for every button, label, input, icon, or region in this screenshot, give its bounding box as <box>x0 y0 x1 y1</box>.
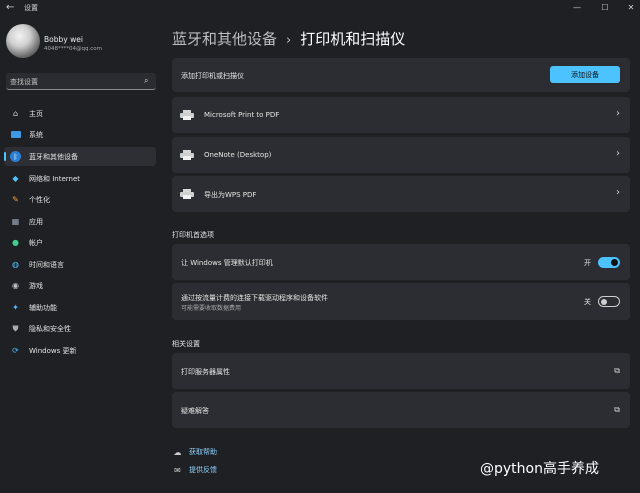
external-link-icon: ⧉ <box>614 366 620 375</box>
close-icon[interactable]: ✕ <box>618 0 640 14</box>
sidebar-item-home[interactable]: ⌂ 主页 <box>4 104 156 123</box>
manage-default-printer-toggle[interactable] <box>598 257 620 268</box>
chevron-right-icon: › <box>616 108 620 119</box>
sidebar-item-label: 系统 <box>29 131 43 139</box>
add-printer-label: 添加打印机或扫描仪 <box>181 72 244 80</box>
feedback-label: 提供反馈 <box>189 466 217 474</box>
section-title-preferences: 打印机首选项 <box>172 231 214 239</box>
feedback-icon: ✉ <box>174 465 181 475</box>
page-title: 打印机和扫描仪 <box>300 30 406 48</box>
metered-download-toggle[interactable] <box>598 296 620 307</box>
app-title: 设置 <box>24 4 38 12</box>
printer-item[interactable]: OneNote (Desktop) › <box>172 137 630 173</box>
setting-manage-default-printer: 让 Windows 管理默认打印机 开 <box>172 244 630 280</box>
globe-clock-icon: ◍ <box>12 260 19 269</box>
maximize-icon[interactable]: ☐ <box>592 0 618 14</box>
section-title-related: 相关设置 <box>172 340 200 348</box>
external-link-icon: ⧉ <box>614 405 620 414</box>
sidebar-item-system[interactable]: 系统 <box>4 125 156 144</box>
printer-icon <box>180 110 194 120</box>
toggle-state-label: 开 <box>584 259 591 267</box>
related-item-label: 打印服务器属性 <box>181 368 230 376</box>
get-help-label: 获取帮助 <box>189 448 217 456</box>
sidebar-item-label: 应用 <box>29 218 43 226</box>
breadcrumb: 蓝牙和其他设备 › 打印机和扫描仪 <box>172 28 405 49</box>
sidebar-item-time-language[interactable]: ◍ 时间和语言 <box>4 255 156 274</box>
search-box[interactable]: ⌕ <box>6 73 156 90</box>
sidebar-item-privacy[interactable]: ⛊ 隐私和安全性 <box>4 319 156 338</box>
setting-label: 让 Windows 管理默认打印机 <box>181 259 273 267</box>
sidebar-item-accounts[interactable]: ● 帐户 <box>4 233 156 252</box>
printer-name: Microsoft Print to PDF <box>204 111 280 119</box>
title-bar: ← 设置 — ☐ ✕ <box>0 0 640 16</box>
sidebar-item-network[interactable]: ◆ 网络和 Internet <box>4 169 156 188</box>
setting-metered-download: 通过按流量计费的连接下载驱动程序和设备软件 可能需要收取数据费用 关 <box>172 283 630 320</box>
home-icon: ⌂ <box>12 109 19 118</box>
printer-item[interactable]: 导出为WPS PDF › <box>172 176 630 212</box>
minimize-icon[interactable]: — <box>564 0 590 14</box>
sidebar-item-bluetooth[interactable]: ᛒ 蓝牙和其他设备 <box>4 147 156 166</box>
sidebar-item-gaming[interactable]: ◉ 游戏 <box>4 276 156 295</box>
printer-icon <box>180 189 194 199</box>
user-profile[interactable]: Bobby wei 4048****04@qq.com <box>6 24 156 64</box>
setting-sublabel: 可能需要收取数据费用 <box>181 305 242 312</box>
related-item-print-server[interactable]: 打印服务器属性 ⧉ <box>172 353 630 389</box>
related-item-troubleshoot[interactable]: 疑难解答 ⧉ <box>172 392 630 428</box>
toggle-state-label: 关 <box>584 298 591 306</box>
get-help-link[interactable]: ☁ 获取帮助 <box>172 446 218 458</box>
watermark: @python高手养成 <box>480 461 599 477</box>
help-chat-icon: ☁ <box>173 447 182 457</box>
user-email: 4048****04@qq.com <box>44 46 102 52</box>
sidebar-item-label: 隐私和安全性 <box>29 325 71 333</box>
sidebar-item-label: 游戏 <box>29 282 43 290</box>
shield-icon: ⛊ <box>12 323 19 333</box>
printer-icon <box>180 150 194 160</box>
related-item-label: 疑难解答 <box>181 407 209 415</box>
search-input[interactable] <box>10 76 136 87</box>
add-device-button[interactable]: 添加设备 <box>550 66 620 83</box>
sidebar-item-label: 个性化 <box>29 196 50 204</box>
sidebar-item-label: 时间和语言 <box>29 261 64 269</box>
sidebar-item-personalization[interactable]: ✎ 个性化 <box>4 190 156 209</box>
wifi-icon: ◆ <box>12 174 19 183</box>
printer-name: OneNote (Desktop) <box>204 151 272 159</box>
sidebar-item-windows-update[interactable]: ⟳ Windows 更新 <box>4 341 156 360</box>
printer-name: 导出为WPS PDF <box>204 191 257 199</box>
add-printer-card: 添加打印机或扫描仪 添加设备 <box>172 58 630 92</box>
breadcrumb-parent[interactable]: 蓝牙和其他设备 <box>172 30 277 48</box>
sidebar-item-label: 主页 <box>29 110 43 118</box>
chevron-right-icon: › <box>616 148 620 159</box>
breadcrumb-separator: › <box>286 33 292 48</box>
sidebar-item-label: Windows 更新 <box>29 347 77 355</box>
printer-item[interactable]: Microsoft Print to PDF › <box>172 97 630 133</box>
setting-label: 通过按流量计费的连接下载驱动程序和设备软件 <box>181 294 328 302</box>
bluetooth-icon: ᛒ <box>10 151 21 162</box>
feedback-link[interactable]: ✉ 提供反馈 <box>172 464 217 476</box>
sidebar-item-accessibility[interactable]: ✦ 辅助功能 <box>4 298 156 317</box>
user-name: Bobby wei <box>44 35 83 44</box>
sidebar-item-apps[interactable]: ▦ 应用 <box>4 212 156 231</box>
avatar <box>6 24 40 58</box>
accessibility-icon: ✦ <box>12 303 19 312</box>
chevron-right-icon: › <box>616 187 620 198</box>
sidebar-item-label: 蓝牙和其他设备 <box>29 153 78 161</box>
account-icon: ● <box>12 238 19 247</box>
system-icon <box>10 129 21 140</box>
gamepad-icon: ◉ <box>12 281 19 290</box>
apps-icon: ▦ <box>11 217 20 226</box>
sidebar-item-label: 帐户 <box>29 239 43 247</box>
search-icon[interactable]: ⌕ <box>144 76 148 86</box>
sidebar-item-label: 网络和 Internet <box>29 175 81 183</box>
back-arrow-icon[interactable]: ← <box>6 2 18 14</box>
brush-icon: ✎ <box>12 195 19 204</box>
sidebar-item-label: 辅助功能 <box>29 304 57 312</box>
update-icon: ⟳ <box>12 346 19 355</box>
